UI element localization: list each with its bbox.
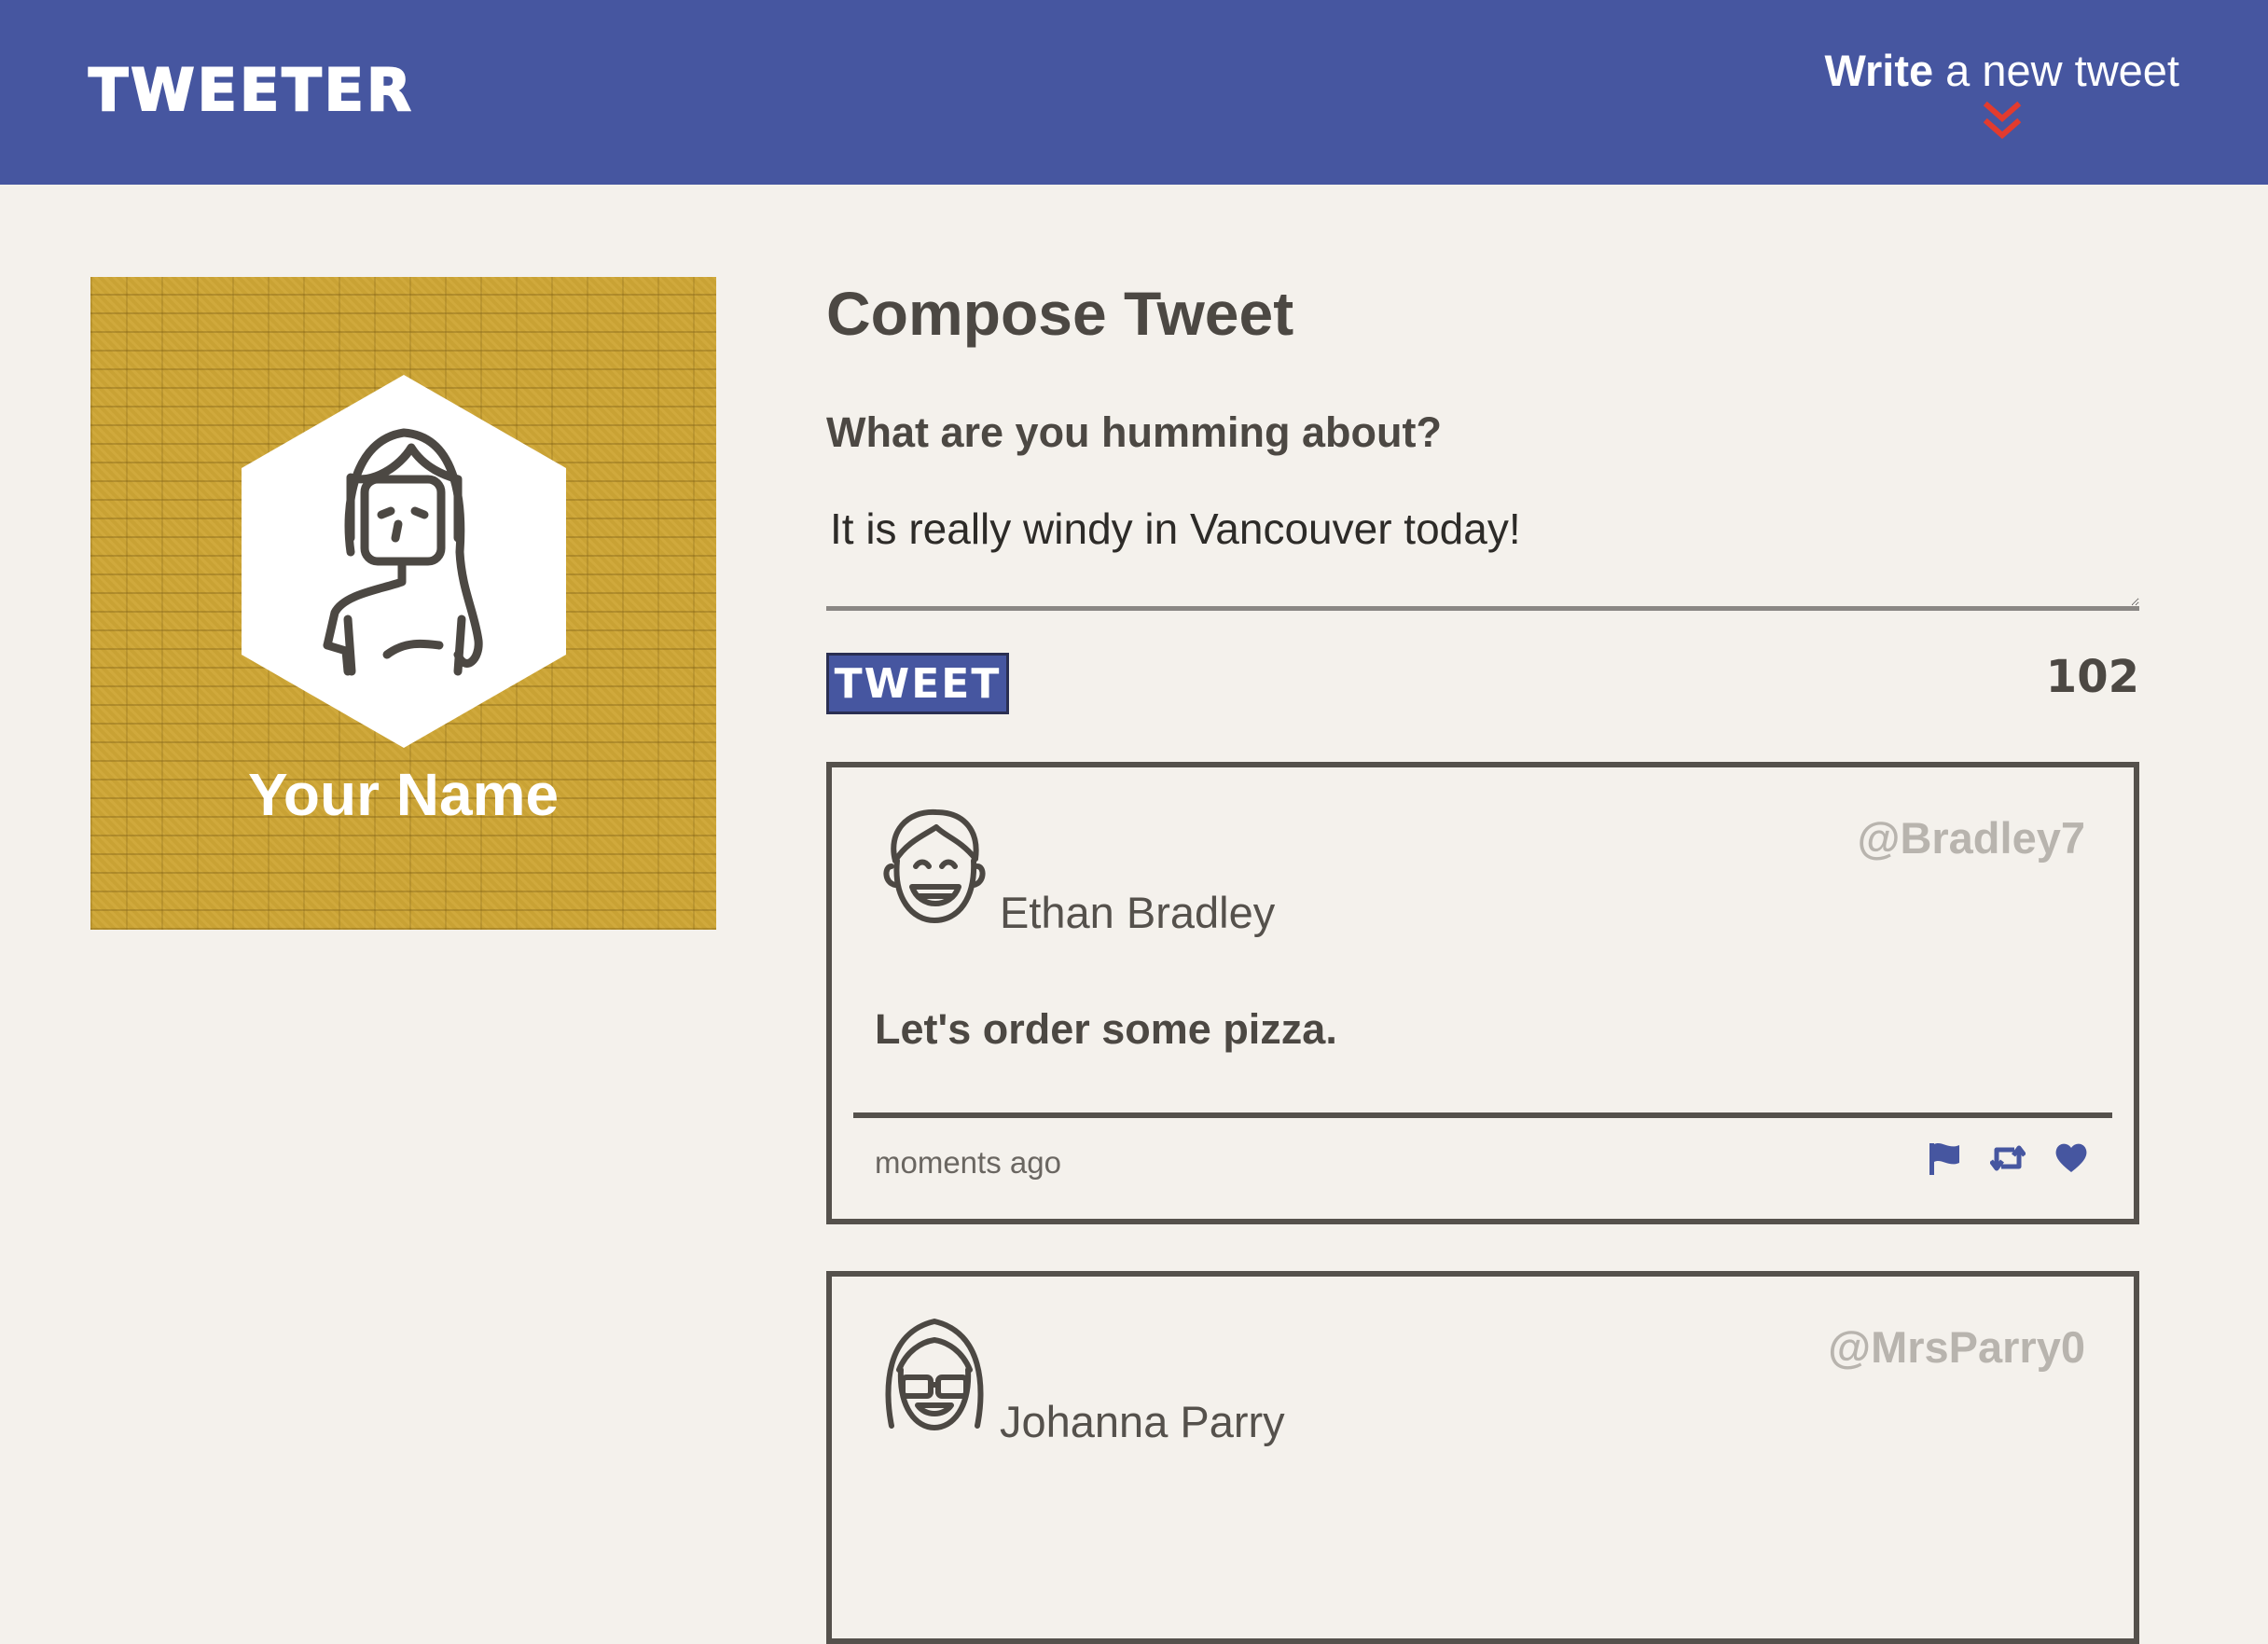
- write-new-tweet-label: Write a new tweet: [1824, 45, 2179, 96]
- tweet-author-handle: @MrsParry0: [1828, 1322, 2085, 1372]
- tweet-author-handle: @Bradley7: [1857, 813, 2085, 863]
- retweet-icon[interactable]: [1989, 1140, 2026, 1176]
- tweet-timestamp: moments ago: [875, 1145, 1061, 1180]
- heart-icon[interactable]: [2054, 1140, 2089, 1176]
- top-nav: TWEETER Write a new tweet: [0, 0, 2268, 185]
- profile-name: Your Name: [247, 761, 560, 828]
- tweet-author-name: Johanna Parry: [1000, 1397, 1285, 1446]
- write-bold-text: Write: [1824, 46, 1934, 95]
- profile-card: Your Name: [90, 277, 716, 930]
- write-new-tweet-toggle[interactable]: Write a new tweet: [1824, 45, 2179, 143]
- double-chevron-down-icon[interactable]: [1982, 100, 2023, 143]
- write-rest-text: a new tweet: [1933, 46, 2179, 95]
- tweet-content: Let's order some pizza.: [875, 1005, 1337, 1053]
- woman-with-glasses-avatar-icon: [885, 1319, 984, 1430]
- flag-icon[interactable]: [1927, 1140, 1962, 1176]
- brand-logo[interactable]: TWEETER: [88, 55, 414, 125]
- tweet-card: Johanna Parry @MrsParry0: [826, 1271, 2139, 1644]
- tweet-actions: [1927, 1140, 2089, 1176]
- smiling-man-avatar-icon: [883, 808, 986, 923]
- character-counter: 102: [2045, 651, 2139, 703]
- tweet-author-name: Ethan Bradley: [1000, 888, 1276, 937]
- compose-label: What are you humming about?: [826, 408, 1442, 456]
- tweet-divider: [853, 1112, 2112, 1118]
- tweet-button[interactable]: TWEET: [826, 653, 1009, 714]
- compose-title: Compose Tweet: [826, 279, 1294, 348]
- tweet-card: Ethan Bradley @Bradley7 Let's order some…: [826, 762, 2139, 1224]
- tweet-text-input[interactable]: [826, 494, 2139, 611]
- woman-avatar-icon: [242, 375, 566, 748]
